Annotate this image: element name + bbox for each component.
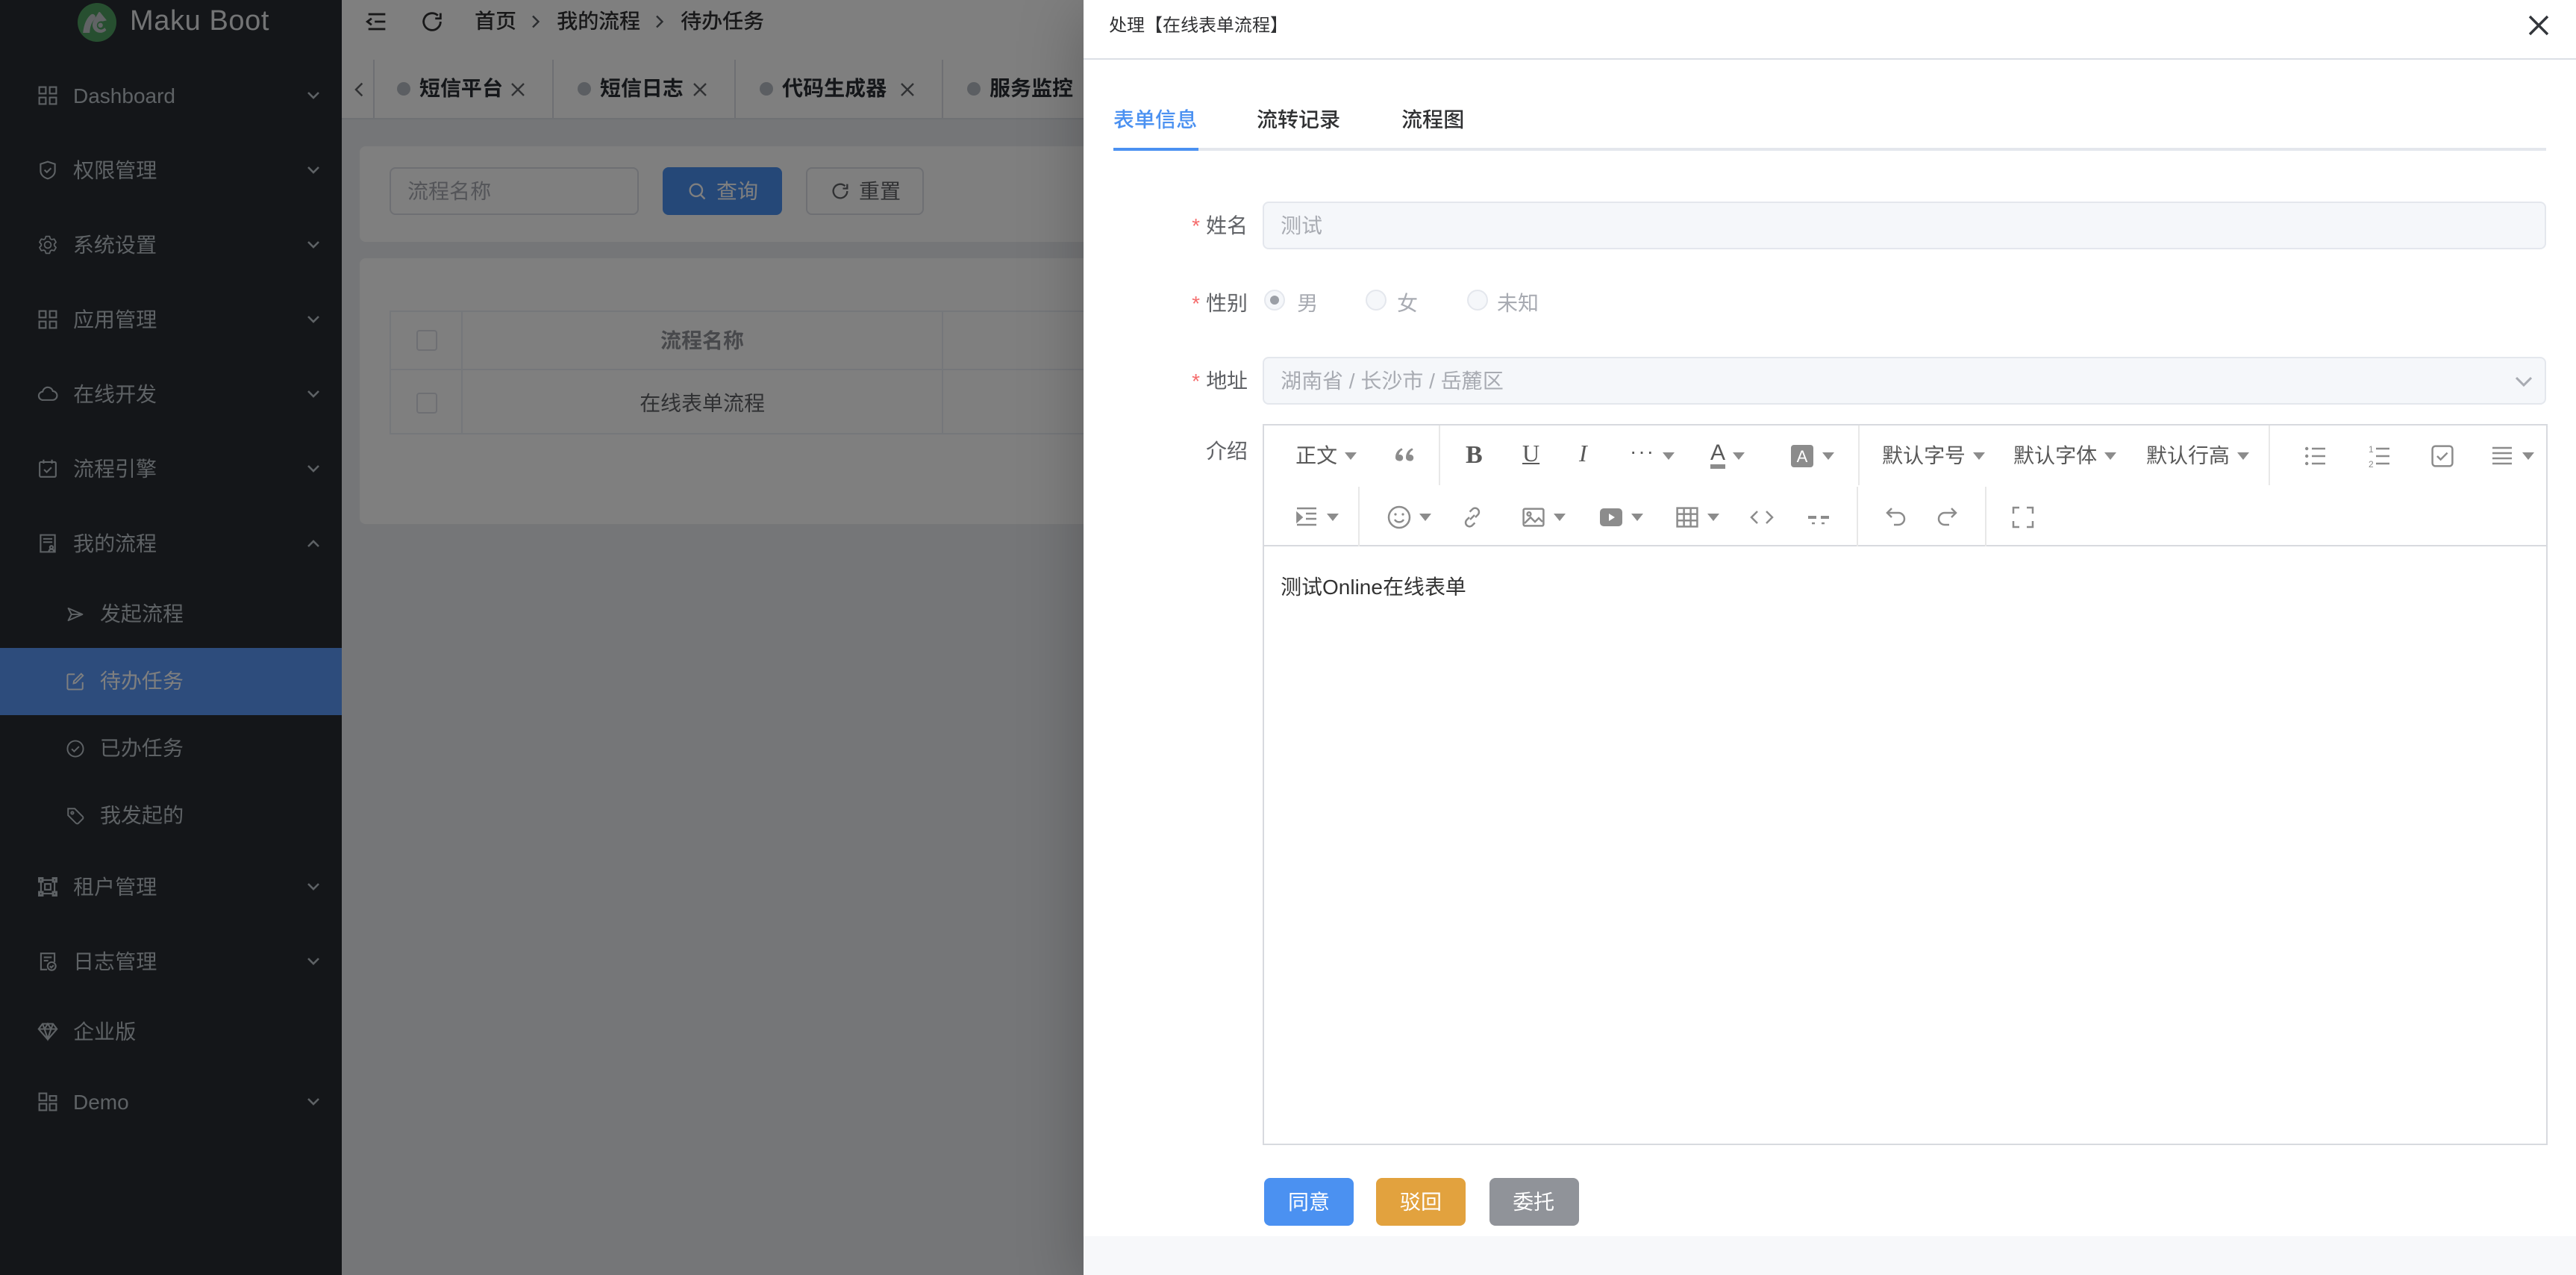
svg-text:2: 2 (2369, 458, 2374, 468)
svg-text:1: 1 (2369, 443, 2374, 454)
svg-text:A: A (1797, 446, 1808, 465)
